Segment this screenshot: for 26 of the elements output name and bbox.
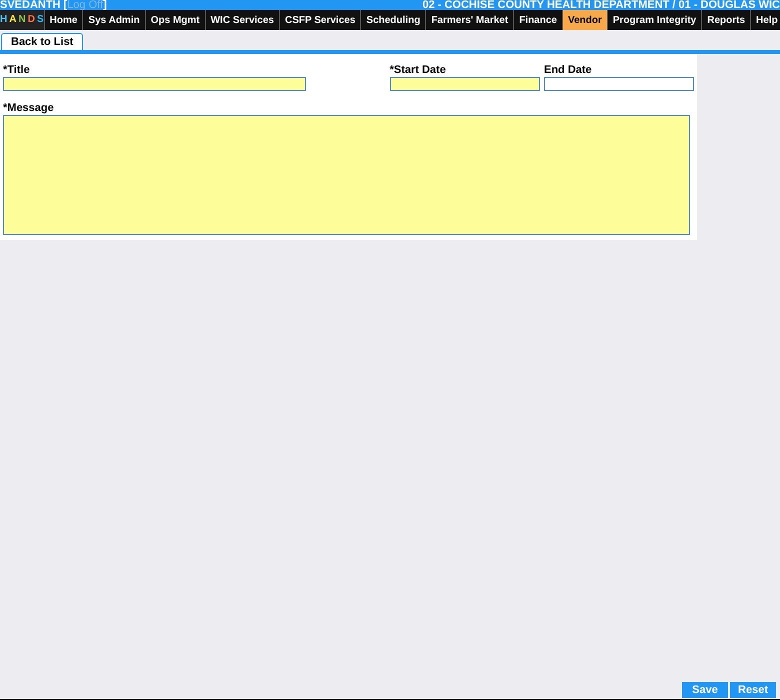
nav-tab[interactable]: Sys Admin [82,10,145,30]
nav-tab[interactable]: Program Integrity [606,10,702,30]
logo-letter: N [18,15,26,25]
title-field[interactable] [3,77,306,91]
field-label: *Message [3,102,55,115]
logo-letter: D [28,15,35,25]
nav-tab[interactable]: WIC Services [204,10,279,30]
nav-tab[interactable]: Scheduling [360,10,426,30]
logo-letter: S [36,15,44,25]
nav-tab[interactable]: Ops Mgmt [144,10,205,30]
user-name: SVEDANTH [0,0,61,10]
nav-tab[interactable]: CSFP Services [278,10,360,30]
logo-letter: H [0,15,8,25]
end-date-field[interactable] [544,77,694,91]
field-label: *Title [3,64,31,77]
nav-tab[interactable]: Reports [701,10,750,30]
field-label: End Date [544,64,593,77]
logo-letter: A [9,15,16,25]
nav-tab[interactable]: Farmers' Market [425,10,514,30]
nav-tab[interactable]: Home [44,10,82,30]
field-label: *Start Date [390,64,447,77]
message-field[interactable] [3,115,690,235]
start-date-field[interactable] [390,77,540,91]
nav-tab[interactable]: Help [750,10,780,30]
nav-tab[interactable]: Vendor [562,10,607,30]
back-to-list-tab[interactable]: Back to List [1,33,84,50]
